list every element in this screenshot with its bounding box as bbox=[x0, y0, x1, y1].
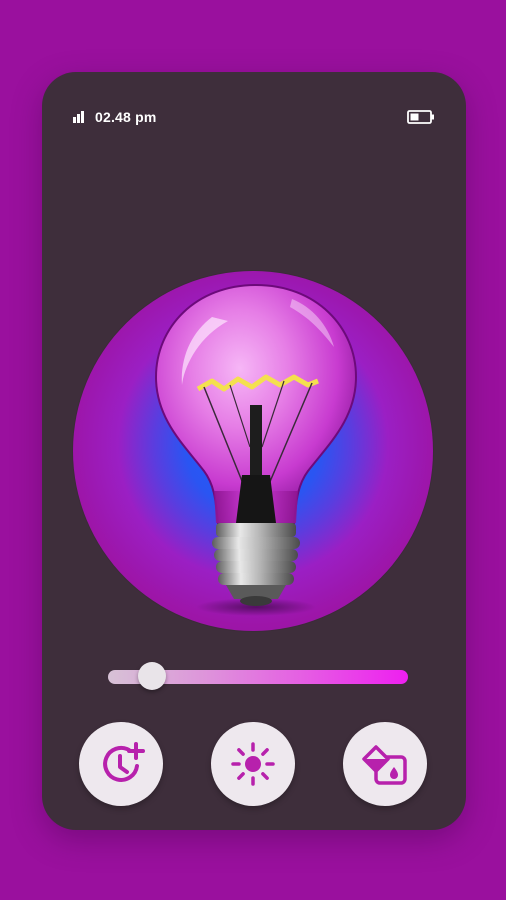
add-timer-button[interactable] bbox=[79, 722, 163, 806]
color-fill-button[interactable] bbox=[343, 722, 427, 806]
status-bar: 02.48 pm bbox=[42, 72, 466, 132]
sun-icon bbox=[231, 742, 275, 786]
battery-icon bbox=[407, 110, 434, 124]
signal-bars-icon bbox=[73, 111, 84, 123]
brightness-slider[interactable] bbox=[108, 662, 408, 690]
slider-thumb[interactable] bbox=[138, 662, 166, 690]
brightness-button[interactable] bbox=[211, 722, 295, 806]
status-time: 02.48 pm bbox=[95, 109, 157, 125]
paint-bucket-icon bbox=[362, 745, 407, 785]
clock-plus-icon bbox=[103, 742, 145, 782]
light-bulb-image[interactable] bbox=[142, 277, 370, 623]
device-screen: 02.48 pm bbox=[42, 72, 466, 830]
